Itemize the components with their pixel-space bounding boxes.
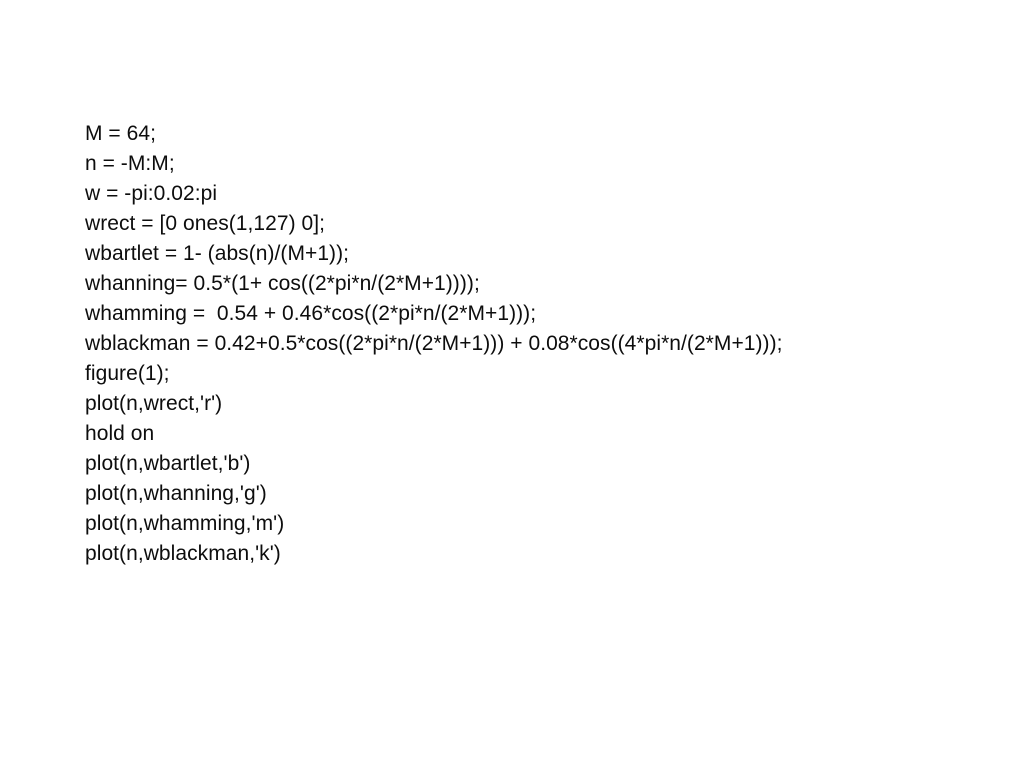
- code-line: whamming = 0.54 + 0.46*cos((2*pi*n/(2*M+…: [85, 302, 537, 325]
- code-line: wrect = [0 ones(1,127) 0];: [85, 212, 326, 235]
- code-line: hold on: [85, 422, 155, 445]
- code-line: M = 64;: [85, 122, 156, 145]
- slide-canvas: M = 64; n = -M:M; w = -pi:0.02:pi wrect …: [0, 0, 1024, 768]
- code-line: plot(n,wrect,'r'): [85, 392, 223, 415]
- code-block: M = 64; n = -M:M; w = -pi:0.02:pi wrect …: [85, 119, 985, 569]
- code-line: plot(n,whanning,'g'): [85, 482, 267, 505]
- code-line: w = -pi:0.02:pi: [85, 182, 218, 205]
- code-line: wbartlet = 1- (abs(n)/(M+1));: [85, 242, 350, 265]
- code-line: n = -M:M;: [85, 152, 175, 175]
- code-line: plot(n,wblackman,'k'): [85, 542, 281, 565]
- code-line: plot(n,whamming,'m'): [85, 512, 285, 535]
- code-line: wblackman = 0.42+0.5*cos((2*pi*n/(2*M+1)…: [85, 332, 783, 355]
- code-line: whanning= 0.5*(1+ cos((2*pi*n/(2*M+1))))…: [85, 272, 480, 295]
- code-line: plot(n,wbartlet,'b'): [85, 452, 251, 475]
- code-line: figure(1);: [85, 362, 170, 385]
